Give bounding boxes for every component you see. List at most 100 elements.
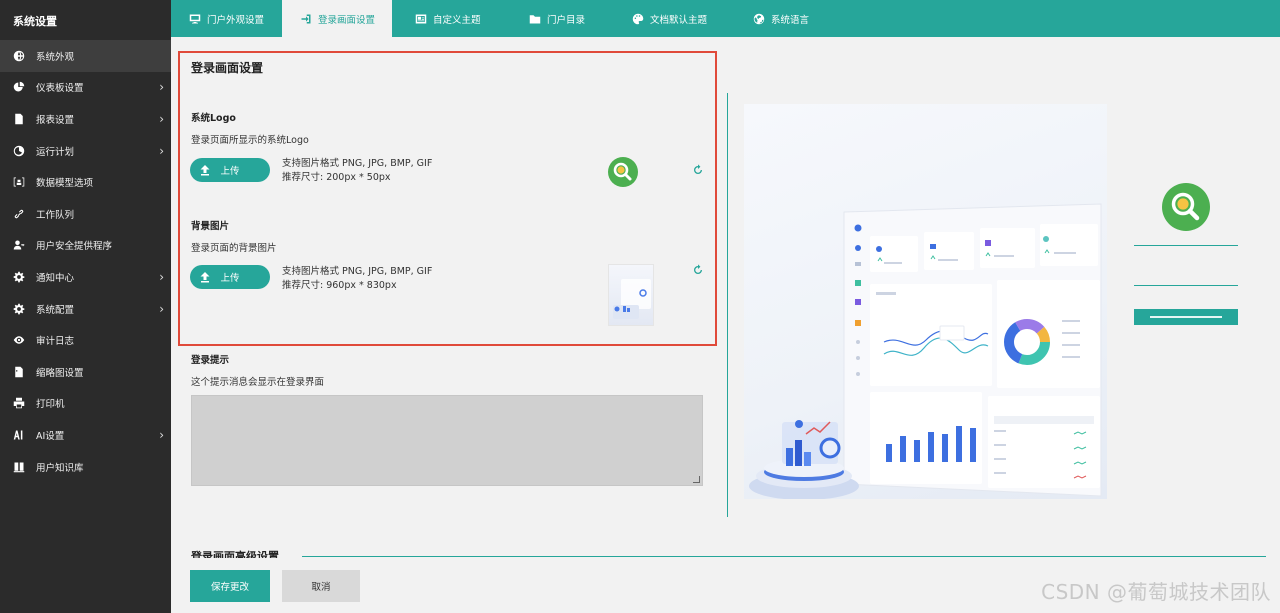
upload-icon: [200, 165, 210, 176]
tab-system-language[interactable]: 系统语言: [741, 0, 841, 37]
sidebar-item-label: 运行计划: [36, 146, 75, 158]
sidebar-item[interactable]: 数据模型选项: [0, 166, 171, 198]
tab-custom-theme[interactable]: 自定义主题: [403, 0, 503, 37]
chevron-right-icon[interactable]: ›: [159, 112, 164, 126]
chevron-right-icon[interactable]: ›: [159, 270, 164, 284]
chevron-right-icon[interactable]: ›: [159, 428, 164, 442]
hint-title: 登录提示: [191, 355, 230, 366]
book-icon: [12, 460, 26, 474]
sidebar-item-label: 系统外观: [36, 51, 75, 63]
reset-logo-icon[interactable]: [692, 164, 704, 176]
chevron-right-icon[interactable]: ›: [159, 144, 164, 158]
preview-login-button: [1134, 309, 1238, 325]
tab-document-default-theme[interactable]: 文档默认主题: [620, 0, 730, 37]
sidebar-item[interactable]: 报表设置 ›: [0, 103, 171, 135]
pie-chart-icon: [12, 80, 26, 94]
tab-label: 文档默认主题: [650, 14, 708, 26]
logo-upload-button[interactable]: 上传: [190, 158, 270, 182]
sidebar-item[interactable]: 通知中心 ›: [0, 261, 171, 293]
folder-icon: [529, 14, 541, 23]
background-size-text: 推荐尺寸: 960px * 830px: [282, 280, 397, 291]
sidebar-item-label: 审计日志: [36, 336, 75, 348]
search-icon: [613, 162, 632, 181]
background-upload-button[interactable]: 上传: [190, 265, 270, 289]
palette-icon: [632, 13, 644, 24]
tab-label: 登录画面设置: [318, 14, 376, 26]
sidebar-item-label: 打印机: [36, 399, 65, 411]
background-desc: 登录页面的背景图片: [191, 243, 277, 254]
logo-size-text: 推荐尺寸: 200px * 50px: [282, 172, 391, 183]
upload-label: 上传: [220, 273, 240, 284]
sidebar-item-label: 系统配置: [36, 304, 75, 316]
globe-icon: [753, 13, 765, 24]
printer-icon: [12, 396, 26, 410]
sidebar-item[interactable]: 工作队列: [0, 198, 171, 230]
logo-format-info: 支持图片格式 PNG, JPG, BMP, GIF 推荐尺寸: 200px * …: [282, 157, 432, 185]
sidebar-item-label: 报表设置: [36, 114, 75, 126]
save-button[interactable]: 保存更改: [190, 570, 270, 602]
sidebar-item-label: 缩略图设置: [36, 367, 84, 379]
user-key-icon: [12, 238, 26, 252]
sidebar-item[interactable]: 打印机: [0, 388, 171, 420]
background-format-info: 支持图片格式 PNG, JPG, BMP, GIF 推荐尺寸: 960px * …: [282, 265, 432, 293]
tab-label: 门户外观设置: [207, 14, 265, 26]
logo-desc: 登录页面所显示的系统Logo: [191, 135, 309, 146]
sidebar-item-label: 通知中心: [36, 272, 75, 284]
chevron-right-icon[interactable]: ›: [159, 302, 164, 316]
login-preview-image: [744, 104, 1107, 499]
tab-portal-directory[interactable]: 门户目录: [517, 0, 617, 37]
chevron-right-icon[interactable]: ›: [159, 80, 164, 94]
advanced-settings-divider: [302, 556, 1266, 557]
logo-title: 系统Logo: [191, 113, 236, 124]
globe-icon: [12, 49, 26, 63]
sidebar-title: 系统设置: [13, 15, 57, 28]
login-hint-textarea[interactable]: [191, 395, 703, 486]
tab-label: 系统语言: [771, 14, 810, 26]
tab-login-screen[interactable]: 登录画面设置: [282, 0, 392, 37]
sidebar-item-label: 用户安全提供程序: [36, 241, 113, 253]
id-card-icon: [415, 14, 427, 23]
logo-preview-image: [608, 157, 638, 187]
dashboard-illustration: [749, 203, 1102, 499]
clock-icon: [12, 144, 26, 158]
sidebar-item[interactable]: 缩略图设置: [0, 356, 171, 388]
sidebar-item-label: AI设置: [36, 430, 65, 442]
tab-portal-appearance[interactable]: 门户外观设置: [171, 0, 282, 37]
sidebar-item-label: 工作队列: [36, 209, 75, 221]
background-title: 背景图片: [191, 221, 230, 232]
monitor-icon: [189, 14, 201, 23]
cancel-button[interactable]: 取消: [282, 570, 360, 602]
gear-icon: [12, 302, 26, 316]
sidebar-item-label: 数据模型选项: [36, 178, 94, 190]
preview-username-line: [1134, 245, 1238, 246]
gear-icon: [12, 270, 26, 284]
sidebar-item[interactable]: 系统外观: [0, 40, 171, 72]
sidebar: 系统设置 系统外观仪表板设置 › 报表设置 › 运行计划 › 数据模型选项 工作队列用户安全提…: [0, 0, 171, 613]
preview-divider: [727, 93, 728, 517]
sidebar-item[interactable]: 审计日志: [0, 324, 171, 356]
image-file-icon: [12, 365, 26, 379]
upload-icon: [200, 272, 210, 283]
advanced-settings-title: 登录画面高级设置: [191, 550, 279, 558]
preview-password-line: [1134, 285, 1238, 286]
background-format-text: 支持图片格式 PNG, JPG, BMP, GIF: [282, 266, 433, 277]
link-icon: [12, 207, 26, 221]
logo-format-text: 支持图片格式 PNG, JPG, BMP, GIF: [282, 158, 433, 169]
sidebar-item[interactable]: 用户知识库: [0, 451, 171, 483]
background-thumbnail: [608, 264, 654, 326]
sidebar-item[interactable]: AI设置 ›: [0, 419, 171, 451]
preview-logo: [1162, 183, 1210, 231]
dashboard-thumbnail-icon: [613, 279, 651, 319]
reset-background-icon[interactable]: [692, 264, 704, 276]
sidebar-item[interactable]: 系统配置 ›: [0, 293, 171, 325]
sidebar-item[interactable]: 用户安全提供程序: [0, 230, 171, 262]
hint-desc: 这个提示消息会显示在登录界面: [191, 377, 325, 388]
sidebar-item[interactable]: 仪表板设置 ›: [0, 72, 171, 104]
report-icon: [12, 112, 26, 126]
data-model-icon: [12, 175, 26, 189]
tab-bar: 门户外观设置 登录画面设置 自定义主题 门户目录 文档默认主题 系统语言: [171, 0, 1280, 37]
tab-label: 自定义主题: [433, 14, 481, 26]
sidebar-item[interactable]: 运行计划 ›: [0, 135, 171, 167]
sidebar-menu: 系统外观 仪表板设置 › 报表设置 › 运行计划 › 数据模型选项 工作队列 用户安全提供程序 通知…: [0, 40, 171, 482]
tab-label: 门户目录: [547, 14, 586, 26]
